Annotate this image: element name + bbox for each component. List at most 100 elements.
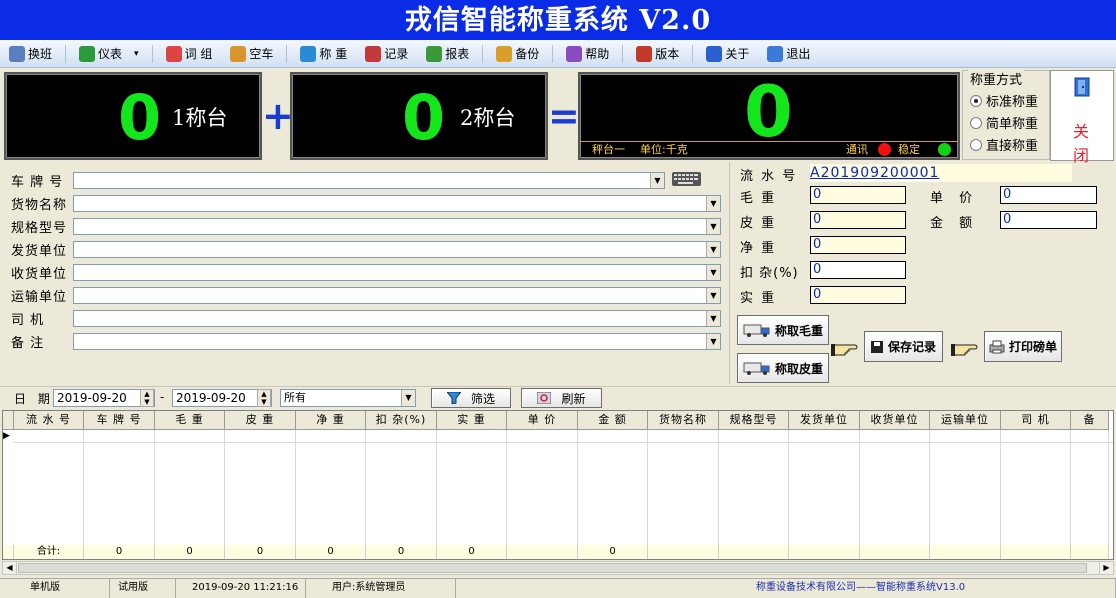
actual-label: 实 重 xyxy=(740,291,777,306)
toolbar-scale-button[interactable]: 称 重 xyxy=(295,43,352,65)
column-header[interactable]: 金 额 xyxy=(578,411,648,429)
toolbar-version-button[interactable]: 版本 xyxy=(631,43,684,65)
chevron-down-icon[interactable]: ▼ xyxy=(650,173,664,188)
filter-select[interactable]: 所有 ▼ xyxy=(280,389,416,407)
column-header[interactable]: 规格型号 xyxy=(719,411,789,429)
chevron-down-icon[interactable]: ▼ xyxy=(706,265,720,280)
column-header[interactable]: 扣 杂(%) xyxy=(366,411,437,429)
chevron-down-icon: ▼ xyxy=(401,390,415,406)
scale1-value: 0 xyxy=(118,81,162,154)
print-ticket-button[interactable]: 打印磅单 xyxy=(984,331,1062,362)
total-display: 0 秤台一 单位:千克 通讯 稳定 xyxy=(578,72,960,160)
save-record-button[interactable]: 保存记录 xyxy=(864,331,943,362)
column-header[interactable]: 流 水 号 xyxy=(14,411,84,429)
toolbar-backup-button[interactable]: 备份 xyxy=(491,43,544,65)
column-header[interactable]: 毛 重 xyxy=(155,411,225,429)
table-totals-row: 合计: 0 0 0 0 0 0 0 xyxy=(3,545,1109,559)
records-table[interactable]: 流 水 号车 牌 号毛 重皮 重净 重扣 杂(%) 实 重单 价金 额货物名称 规格… xyxy=(2,410,1114,560)
filter-button[interactable]: 筛选 xyxy=(431,388,511,408)
close-button[interactable]: 关闭 xyxy=(1050,70,1114,165)
toolbar-edit-button[interactable]: 词 组 xyxy=(161,43,218,65)
column-header[interactable]: 收货单位 xyxy=(860,411,930,429)
chevron-down-icon[interactable]: ▼ xyxy=(706,219,720,234)
toolbar-separator xyxy=(692,44,694,63)
column-header[interactable]: 净 重 xyxy=(296,411,366,429)
print-ticket-label: 打印磅单 xyxy=(1008,340,1057,354)
total-status-bar: 秤台一 单位:千克 通讯 稳定 xyxy=(580,141,958,158)
weigh-mode-option[interactable]: 直接称重 xyxy=(970,135,1038,154)
gross-field[interactable]: 0 xyxy=(810,186,906,204)
field-combo[interactable]: ▼ xyxy=(73,218,721,235)
column-header[interactable]: 备 xyxy=(1071,411,1109,429)
toolbar-truck-button[interactable]: 空车 xyxy=(225,43,278,65)
toolbar-user-button[interactable]: 换班 xyxy=(4,43,57,65)
form-divider xyxy=(729,162,730,384)
field-combo[interactable]: ▼ xyxy=(73,310,721,327)
app-window: 戎信智能称重系统 V2.0 换班 仪表 ▾ 词 组 空车 称 重 记录 报表 备份 帮助 版本 关于 退… xyxy=(0,0,1116,598)
total-cell: 0 xyxy=(84,545,155,559)
chevron-down-icon[interactable]: ▼ xyxy=(706,311,720,326)
chevron-down-icon[interactable]: ▼ xyxy=(706,196,720,211)
scroll-right-icon[interactable]: ▶ xyxy=(1099,562,1113,574)
date-to-spinner[interactable]: ▲ ▼ xyxy=(257,389,271,407)
weigh-mode-option[interactable]: 简单称重 xyxy=(970,113,1038,132)
row-indicator-icon: ▶ xyxy=(3,431,10,441)
records-icon xyxy=(365,45,382,62)
weigh-gross-button[interactable]: 称取毛重 xyxy=(737,315,829,345)
column-header[interactable]: 货物名称 xyxy=(648,411,719,429)
price-field[interactable]: 0 xyxy=(1000,186,1097,204)
field-combo[interactable]: ▼ xyxy=(73,172,665,189)
net-field[interactable]: 0 xyxy=(810,236,906,254)
weigh-mode-option[interactable]: 标准称重 xyxy=(970,91,1038,110)
toolbar-item-label: 称 重 xyxy=(319,47,348,61)
date-from-spinner[interactable]: ▲ ▼ xyxy=(140,389,154,407)
field-combo[interactable]: ▼ xyxy=(73,333,721,350)
app-title: 戎信智能称重系统 V2.0 xyxy=(0,0,1116,40)
toolbar-report-button[interactable]: 报表 xyxy=(421,43,474,65)
toolbar-info-button[interactable]: 关于 xyxy=(701,43,754,65)
column-header[interactable]: 实 重 xyxy=(437,411,507,429)
toolbar-gauge-button[interactable]: 仪表 ▾ xyxy=(74,43,144,65)
toolbar-item-label: 词 组 xyxy=(184,47,213,61)
toolbar-item-label: 仪表 xyxy=(98,47,123,61)
chevron-down-icon[interactable]: ▼ xyxy=(706,288,720,303)
table-row[interactable] xyxy=(14,442,1113,443)
column-header[interactable]: 单 价 xyxy=(507,411,578,429)
stable-label: 稳定 xyxy=(898,143,920,156)
chevron-down-icon[interactable]: ▼ xyxy=(706,334,720,349)
column-header[interactable]: 司 机 xyxy=(1001,411,1071,429)
column-header[interactable]: 车 牌 号 xyxy=(84,411,155,429)
field-combo[interactable]: ▼ xyxy=(73,241,721,258)
scroll-thumb[interactable] xyxy=(18,563,1087,573)
tare-label: 皮 重 xyxy=(740,216,777,231)
horizontal-scrollbar[interactable]: ◀ ▶ xyxy=(2,561,1114,575)
column-header[interactable]: 运输单位 xyxy=(930,411,1001,429)
truck-icon xyxy=(230,45,247,62)
keyboard-icon[interactable] xyxy=(671,168,703,188)
plus-sign: + xyxy=(262,94,294,138)
grid-line xyxy=(436,430,437,545)
refresh-button[interactable]: 刷新 xyxy=(521,388,602,408)
toolbar-separator xyxy=(286,44,288,63)
toolbar-records-button[interactable]: 记录 xyxy=(360,43,413,65)
column-header[interactable]: 皮 重 xyxy=(225,411,296,429)
tare-field[interactable]: 0 xyxy=(810,211,906,229)
field-combo[interactable]: ▼ xyxy=(73,195,721,212)
weigh-mode-legend: 称重方式 xyxy=(968,69,1025,88)
total-cell: 合计: xyxy=(14,545,84,559)
total-cell xyxy=(1071,545,1109,559)
price-label: 单 价 xyxy=(930,191,979,206)
column-header[interactable]: 发货单位 xyxy=(789,411,860,429)
weigh-tare-button[interactable]: 称取皮重 xyxy=(737,353,829,383)
amount-field[interactable]: 0 xyxy=(1000,211,1097,229)
chevron-down-icon[interactable]: ▼ xyxy=(706,242,720,257)
deduct-field[interactable]: 0 xyxy=(810,261,906,279)
field-combo[interactable]: ▼ xyxy=(73,287,721,304)
toolbar-exit-button[interactable]: 退出 xyxy=(762,43,815,65)
field-combo[interactable]: ▼ xyxy=(73,264,721,281)
save-record-label: 保存记录 xyxy=(887,340,936,354)
actual-field[interactable]: 0 xyxy=(810,286,906,304)
toolbar-help-button[interactable]: 帮助 xyxy=(561,43,614,65)
filter-label: 筛选 xyxy=(470,391,495,406)
scroll-left-icon[interactable]: ◀ xyxy=(3,562,17,574)
